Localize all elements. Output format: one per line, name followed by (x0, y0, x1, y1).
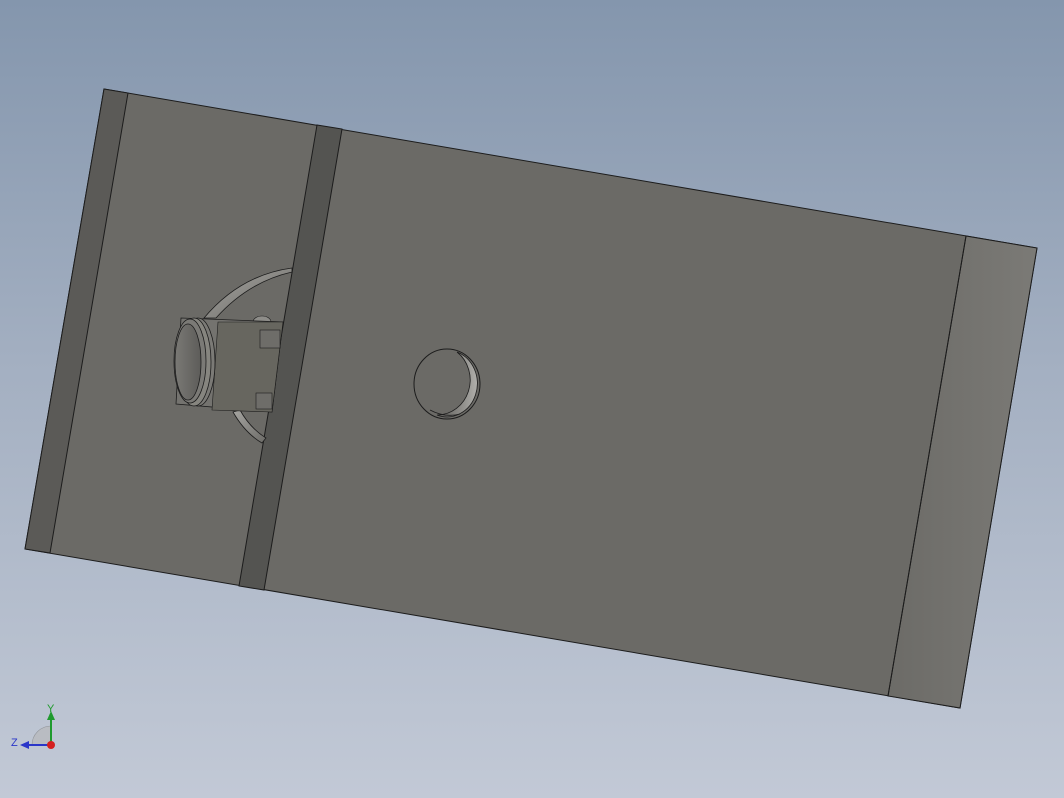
graphics-viewport[interactable]: Y Z (0, 0, 1064, 798)
triad-y-label: Y (47, 703, 55, 715)
clamp-tab-lower (255, 392, 273, 410)
triad-z-arrow (20, 741, 29, 749)
through-hole[interactable] (413, 348, 481, 420)
model-scene[interactable]: Y Z (0, 0, 1064, 798)
triad-quarter-disc (31, 725, 52, 746)
triad-x-axis-dot (47, 741, 55, 749)
triad-z-label: Z (11, 737, 18, 749)
knob-cap[interactable] (174, 323, 202, 401)
clamp-tab-upper (259, 329, 281, 349)
view-orientation-triad: Y Z (11, 703, 55, 749)
